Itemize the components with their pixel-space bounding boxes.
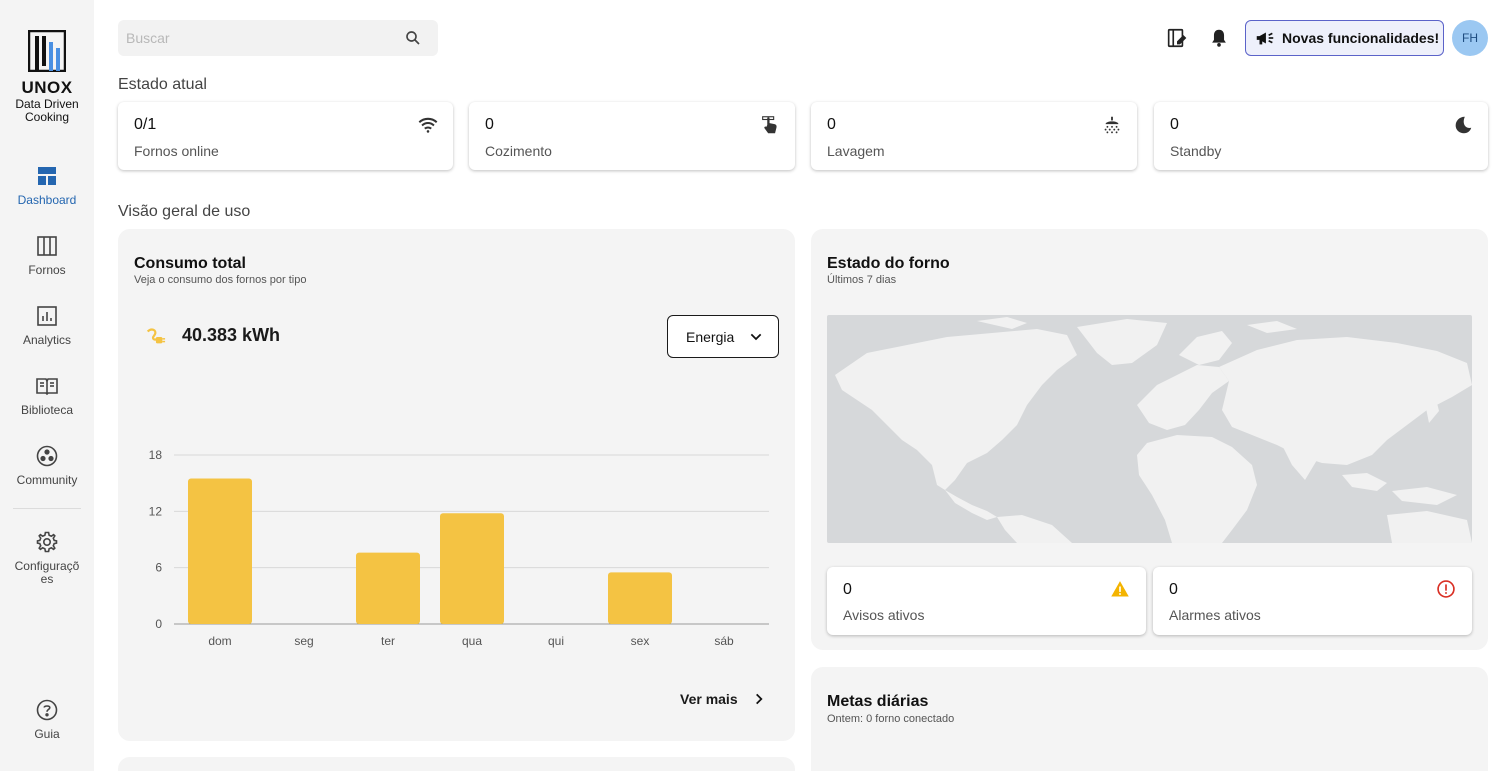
shower-icon [1104, 116, 1120, 134]
brand-name: UNOX [21, 78, 73, 97]
warnings-value: 0 [843, 581, 852, 598]
oven-status-panel: Estado do forno Últimos 7 dias 0 Avisos … [811, 229, 1488, 650]
alarm-icon [1437, 580, 1455, 598]
panel-title: Estado do forno [827, 255, 950, 272]
sidebar-item-label: Dashboard [17, 193, 77, 207]
brand-logo[interactable]: UNOX Data Driven Cooking [0, 30, 94, 124]
panel-title: Consumo total [134, 255, 246, 272]
chevron-right-icon [755, 693, 763, 705]
stat-value: 0/1 [134, 116, 157, 133]
stat-value: 0 [827, 116, 836, 133]
world-map-shapes [835, 317, 1472, 543]
sidebar-item-label: Biblioteca [20, 403, 74, 417]
x-tick-label: dom [208, 634, 231, 648]
consumption-panel: Consumo total Veja o consumo dos fornos … [118, 229, 795, 741]
warnings-label: Avisos ativos [843, 607, 925, 623]
sidebar-item-label: Analytics [22, 333, 72, 347]
total-consumption-value: 40.383 kWh [182, 325, 281, 345]
sidebar-item-label: Configuraçõ es [14, 559, 80, 586]
daily-goals-panel: Metas diárias Ontem: 0 forno conectado [811, 667, 1488, 771]
energy-plug-icon [146, 328, 166, 344]
alarms-label: Alarmes ativos [1169, 607, 1261, 623]
dashboard-icon [38, 167, 56, 185]
wifi-icon [418, 117, 438, 133]
panel-subtitle: Últimos 7 dias [827, 274, 897, 286]
sidebar-divider [13, 508, 81, 509]
stat-label: Standby [1170, 143, 1222, 159]
search-input[interactable] [118, 20, 378, 56]
unox-logo-icon [28, 30, 66, 72]
stat-label: Lavagem [827, 143, 885, 159]
sidebar-item-analytics[interactable]: Analytics [0, 304, 94, 347]
warnings-card[interactable]: 0 Avisos ativos [827, 567, 1146, 635]
stat-card-online[interactable]: 0/1 Fornos online [118, 102, 453, 170]
x-tick-label: seg [294, 634, 313, 648]
sidebar-item-dashboard[interactable]: Dashboard [0, 164, 94, 207]
y-tick-label: 12 [149, 504, 163, 518]
bell-icon[interactable] [1208, 27, 1230, 49]
see-more-label: Ver mais [680, 691, 738, 707]
search-bar [118, 20, 438, 56]
search-icon[interactable] [404, 29, 422, 47]
analytics-icon [37, 306, 57, 326]
world-map[interactable] [827, 315, 1472, 543]
chart-bar-ter[interactable] [356, 552, 420, 624]
y-tick-label: 6 [155, 561, 162, 575]
see-more-link[interactable]: Ver mais [680, 691, 766, 707]
y-tick-label: 0 [155, 617, 162, 631]
library-icon [36, 378, 58, 396]
panel-partial [118, 757, 795, 771]
megaphone-icon [1256, 32, 1274, 45]
help-icon [36, 699, 58, 721]
x-tick-label: sex [631, 634, 650, 648]
x-tick-label: qua [462, 634, 482, 648]
sidebar-item-guia[interactable]: Guia [0, 698, 94, 741]
x-tick-label: qui [548, 634, 564, 648]
panel-subtitle: Ontem: 0 forno conectado [827, 713, 955, 725]
moon-icon [1455, 116, 1472, 134]
user-avatar[interactable]: FH [1452, 20, 1488, 56]
panel-title: Metas diárias [827, 693, 929, 710]
touch-icon [762, 116, 777, 134]
stat-label: Cozimento [485, 143, 552, 159]
chart-bar-sex[interactable] [608, 572, 672, 624]
stat-card-cozimento[interactable]: 0 Cozimento [469, 102, 795, 170]
book-edit-icon[interactable] [1165, 27, 1187, 49]
section-title-estado-atual: Estado atual [118, 76, 207, 93]
stat-label: Fornos online [134, 143, 219, 159]
section-title-visao-geral: Visão geral de uso [118, 203, 251, 220]
gear-icon [36, 531, 58, 553]
panel-subtitle: Veja o consumo dos fornos por tipo [134, 274, 307, 286]
sidebar-item-label: Fornos [28, 263, 66, 277]
chart-bar-dom[interactable] [188, 478, 252, 624]
sidebar-item-community[interactable]: Community [0, 444, 94, 487]
sidebar-item-configuracoes[interactable]: Configuraçõ es [0, 530, 94, 586]
community-icon [36, 445, 58, 467]
alarms-card[interactable]: 0 Alarmes ativos [1153, 567, 1472, 635]
brand-tagline: Cooking [24, 110, 70, 124]
x-tick-label: sáb [714, 634, 734, 648]
sidebar-item-label: Community [16, 473, 78, 487]
new-features-button[interactable]: Novas funcionalidades! [1245, 20, 1444, 56]
y-tick-label: 18 [149, 448, 163, 462]
sidebar-item-label: Guia [34, 727, 60, 741]
consumption-bar-chart: 0 6 12 18 dom seg ter qua qui sex sáb [149, 448, 769, 648]
ovens-icon [37, 236, 57, 256]
consumption-type-select[interactable]: Energia [667, 315, 779, 358]
stat-value: 0 [1170, 116, 1179, 133]
sidebar: UNOX Data Driven Cooking Dashboard Forno… [0, 0, 94, 771]
new-features-label: Novas funcionalidades! [1282, 30, 1440, 46]
warning-icon [1111, 581, 1129, 597]
select-value: Energia [686, 328, 735, 345]
x-tick-label: ter [381, 634, 395, 648]
stat-card-lavagem[interactable]: 0 Lavagem [811, 102, 1137, 170]
stat-card-standby[interactable]: 0 Standby [1154, 102, 1488, 170]
chevron-down-icon [750, 333, 762, 341]
stat-value: 0 [485, 116, 494, 133]
sidebar-item-fornos[interactable]: Fornos [0, 234, 94, 277]
sidebar-item-biblioteca[interactable]: Biblioteca [0, 374, 94, 417]
chart-bar-qua[interactable] [440, 513, 504, 624]
alarms-value: 0 [1169, 581, 1178, 598]
